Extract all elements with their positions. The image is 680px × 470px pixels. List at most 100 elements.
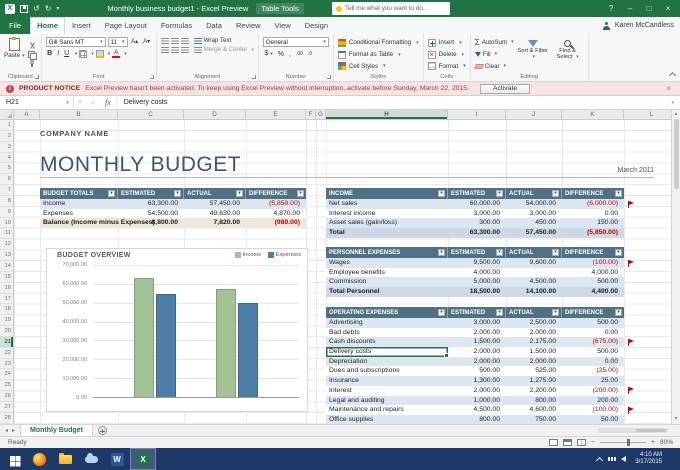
font-dialog-launcher[interactable] xyxy=(150,75,154,79)
cell-label[interactable]: Interest income xyxy=(326,209,448,219)
cell-actual[interactable]: 750.00 xyxy=(506,415,562,424)
tab-page-layout[interactable]: Page Layout xyxy=(98,17,154,34)
row-header-6[interactable]: 6 xyxy=(0,174,13,185)
budget-overview-chart[interactable]: BUDGET OVERVIEW IncomeExpenses 70,000.00… xyxy=(46,248,308,412)
italic-button[interactable]: I xyxy=(56,49,61,58)
scroll-down-icon[interactable]: ▼ xyxy=(674,417,679,422)
close-button[interactable]: × xyxy=(660,1,676,16)
cell-actual[interactable]: 2,500.00 xyxy=(506,318,562,328)
clipboard-dialog-launcher[interactable] xyxy=(35,75,39,79)
cell-label[interactable]: Commission xyxy=(326,277,448,287)
cell-label[interactable]: Maintenance and repairs xyxy=(326,405,448,415)
prev-sheet-icon[interactable]: ◂ xyxy=(5,427,8,434)
alignment-dialog-launcher[interactable] xyxy=(252,75,256,79)
table-row[interactable]: Office supplies 800.00 750.00 50.00 xyxy=(326,415,624,424)
cell-estimated[interactable]: 60,000.00 xyxy=(448,199,506,209)
page-layout-view-icon[interactable] xyxy=(563,439,572,446)
filter-dropdown-icon[interactable]: ▾ xyxy=(615,249,622,256)
enter-entry-icon[interactable]: ✓ xyxy=(86,99,100,107)
bold-button[interactable]: B xyxy=(46,49,54,58)
table-row[interactable]: Cash discounts 1,500.00 2,175.00 (675.00… xyxy=(326,337,624,347)
cell-difference[interactable]: (200.00) xyxy=(562,386,624,396)
filter-dropdown-icon[interactable]: ▾ xyxy=(615,309,622,316)
cell-estimated[interactable]: 800.00 xyxy=(448,415,506,424)
expand-formula-bar-icon[interactable]: ▾ xyxy=(671,100,680,106)
table-row[interactable]: Delivery costs 2,000.00 1,500.00 500.00 xyxy=(326,347,624,357)
cell-actual[interactable]: 57,450.00 xyxy=(506,228,562,238)
row-header-25[interactable]: 25 xyxy=(0,380,13,391)
cell-difference[interactable]: (25.00) xyxy=(562,366,624,376)
bar-expenses-actual[interactable] xyxy=(238,303,258,397)
redo-icon[interactable]: ↻ xyxy=(45,5,52,13)
cell-estimated[interactable]: 1,000.00 xyxy=(448,396,506,406)
cell-difference[interactable]: (5,850.00) xyxy=(562,228,624,238)
font-size-select[interactable]: 11▾ xyxy=(108,37,128,47)
name-box[interactable]: H21 xyxy=(0,96,62,109)
select-all-corner[interactable] xyxy=(0,110,14,119)
column-header-E[interactable]: E xyxy=(246,110,306,119)
cell-difference[interactable]: 50.00 xyxy=(562,415,624,424)
tray-expand-icon[interactable] xyxy=(596,456,603,463)
cell-difference[interactable]: (5,850.00) xyxy=(246,199,306,209)
activate-button[interactable]: Activate xyxy=(480,84,530,94)
filter-dropdown-icon[interactable]: ▾ xyxy=(438,309,445,316)
fill-button[interactable]: Fill▾ xyxy=(475,49,514,59)
align-left-icon[interactable] xyxy=(161,47,169,53)
cell-difference[interactable]: 0.00 xyxy=(562,328,624,338)
row-header-26[interactable]: 26 xyxy=(0,391,13,402)
horizontal-scrollbar[interactable] xyxy=(598,428,668,433)
column-header-F[interactable]: F xyxy=(306,110,316,119)
cell-estimated[interactable]: 1,500.00 xyxy=(448,337,506,347)
cell-actual[interactable]: 2,175.00 xyxy=(506,337,562,347)
table-row[interactable]: Interest 2,000.00 2,200.00 (200.00) xyxy=(326,386,624,396)
name-box-dropdown-icon[interactable]: ▾ xyxy=(62,96,74,109)
tab-design[interactable]: Design xyxy=(298,17,335,34)
row-header-9[interactable]: 9 xyxy=(0,207,13,218)
font-name-select[interactable]: Gill Sans MT▾ xyxy=(46,37,106,47)
row-header-22[interactable]: 22 xyxy=(0,348,13,359)
cell-label[interactable]: Interest xyxy=(326,386,448,396)
align-middle-icon[interactable] xyxy=(171,38,179,44)
tab-formulas[interactable]: Formulas xyxy=(154,17,199,34)
cell-label[interactable]: Asset sales (gain/loss) xyxy=(326,218,448,228)
taskbar-clock[interactable]: 4:10 AM 3/17/2015 xyxy=(632,452,662,467)
row-header-5[interactable]: 5 xyxy=(0,163,13,174)
cell-difference[interactable]: (100.00) xyxy=(562,405,624,415)
row-header-16[interactable]: 16 xyxy=(0,283,13,294)
cell-actual[interactable]: 57,450.00 xyxy=(184,199,246,209)
cell-estimated[interactable]: 18,500.00 xyxy=(448,287,506,297)
tab-home[interactable]: Home xyxy=(30,17,65,34)
cell-label[interactable]: Total Personnel xyxy=(326,287,448,297)
cell-estimated[interactable]: 300.00 xyxy=(448,218,506,228)
cell-actual[interactable]: 3,000.00 xyxy=(506,209,562,219)
number-format-select[interactable]: General▾ xyxy=(263,37,329,47)
table-row[interactable]: Interest income 3,000.00 3,000.00 0.00 xyxy=(326,209,624,219)
cell-estimated[interactable]: 4,000.00 xyxy=(448,268,506,278)
format-cells-button[interactable]: Format▾ xyxy=(428,60,466,72)
column-header-C[interactable]: C xyxy=(118,110,184,119)
cell-difference[interactable]: (6,000.00) xyxy=(562,199,624,209)
taskbar-excel-icon[interactable]: X xyxy=(130,448,156,470)
cell-actual[interactable]: 2,000.00 xyxy=(506,357,562,367)
collapse-ribbon-icon[interactable] xyxy=(669,72,676,79)
cell-difference[interactable]: 500.00 xyxy=(562,318,624,328)
row-header-12[interactable]: 12 xyxy=(0,239,13,250)
cancel-entry-icon[interactable]: × xyxy=(74,99,86,106)
bar-expenses-estimated[interactable] xyxy=(156,294,176,397)
paste-button[interactable]: Paste▾ xyxy=(4,37,25,72)
cell-actual[interactable]: 4,500.00 xyxy=(506,277,562,287)
network-icon[interactable] xyxy=(608,457,610,461)
excel-app-icon[interactable]: X xyxy=(5,4,15,14)
row-header-20[interactable]: 20 xyxy=(0,326,13,337)
filter-dropdown-icon[interactable]: ▾ xyxy=(552,190,559,197)
cell-difference[interactable]: 25.00 xyxy=(562,376,624,386)
row-header-2[interactable]: 2 xyxy=(0,131,13,142)
filter-dropdown-icon[interactable]: ▾ xyxy=(236,190,243,197)
cell-estimated[interactable]: 2,000.00 xyxy=(448,347,506,357)
cell-estimated[interactable]: 63,300.00 xyxy=(448,228,506,238)
cell-actual[interactable]: 450.00 xyxy=(506,218,562,228)
cell-label[interactable]: Office supplies xyxy=(326,415,448,424)
cell-actual[interactable]: 2,200.00 xyxy=(506,386,562,396)
cell-actual[interactable]: 525.00 xyxy=(506,366,562,376)
row-header-8[interactable]: 8 xyxy=(0,196,13,207)
